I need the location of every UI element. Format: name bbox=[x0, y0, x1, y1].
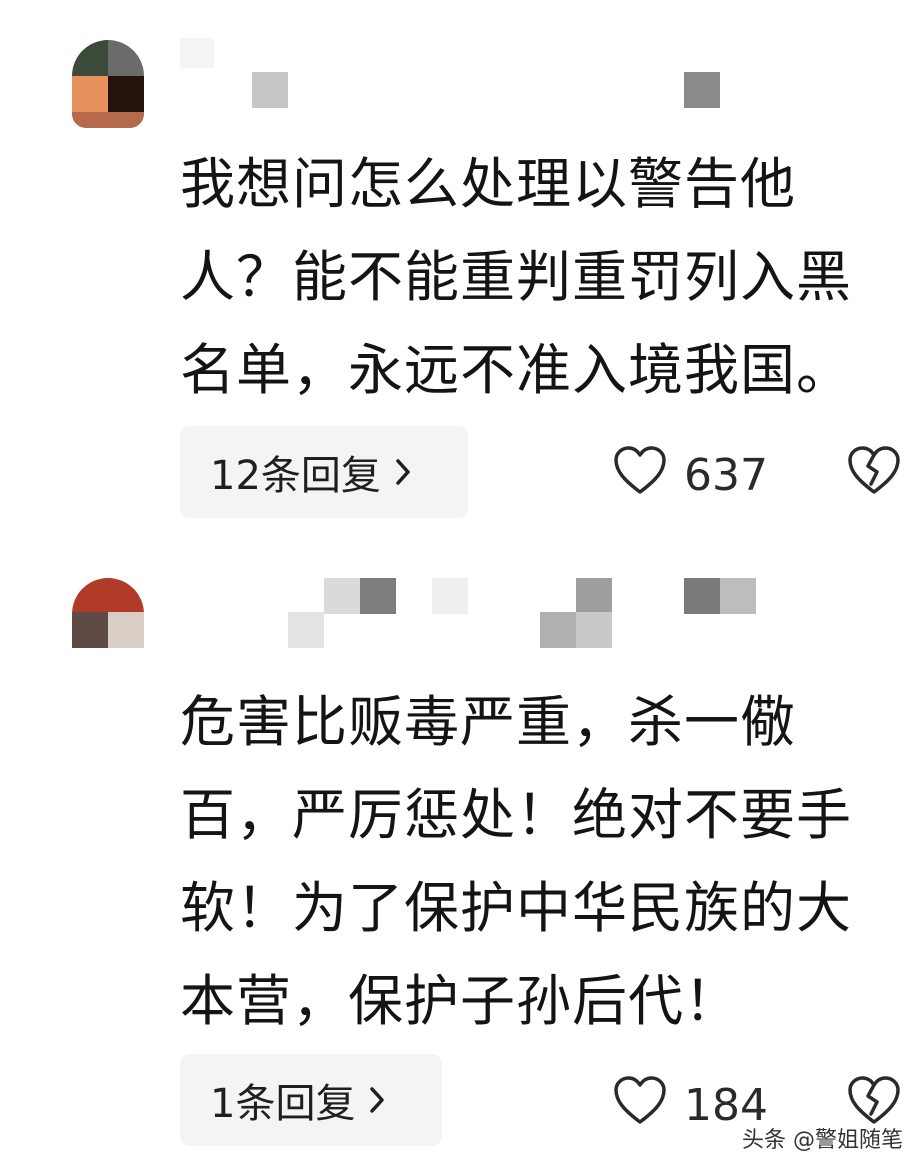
watermark: 头条 @警姐随笔 bbox=[742, 1128, 903, 1153]
comment-line: 百，严厉惩处！绝对不要手 bbox=[180, 783, 853, 847]
comment-2: 危害比贩毒严重，杀一儆 百，严厉惩处！绝对不要手 软！为了保护中华民族的大 本营… bbox=[0, 0, 919, 1168]
comment-line: 本营，保护子孙后代！ bbox=[180, 969, 741, 1033]
reply-count-label: 1条回复 bbox=[210, 1081, 356, 1127]
avatar[interactable] bbox=[72, 578, 144, 666]
comment-line: 软！为了保护中华民族的大 bbox=[180, 876, 853, 940]
comment-text: 危害比贩毒严重，杀一儆 百，严厉惩处！绝对不要手 软！为了保护中华民族的大 本营… bbox=[180, 676, 910, 1048]
heart-outline-icon bbox=[612, 1074, 684, 1137]
view-replies-button[interactable]: 1条回复 bbox=[180, 1054, 442, 1146]
comment-line: 危害比贩毒严重，杀一儆 bbox=[180, 690, 797, 754]
chevron-right-icon bbox=[369, 1086, 385, 1114]
